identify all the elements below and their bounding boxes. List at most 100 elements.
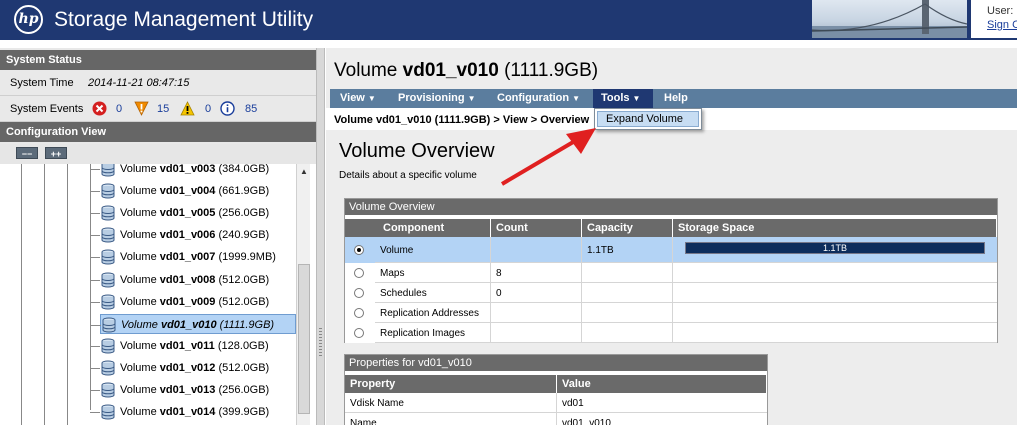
menu-view[interactable]: View ▼ xyxy=(332,89,384,108)
configuration-view-header: Configuration View xyxy=(0,122,316,142)
row-radio[interactable] xyxy=(354,288,364,298)
warning-icon[interactable] xyxy=(180,101,195,116)
tree-item-size: (128.0GB) xyxy=(214,339,269,352)
chevron-down-icon: ▼ xyxy=(572,94,581,103)
tree-item-id: vd01_v006 xyxy=(159,229,216,242)
menu-tools[interactable]: Tools ▼ xyxy=(593,89,653,108)
splitter-grip-icon[interactable] xyxy=(319,328,322,358)
cell-storage-space xyxy=(673,283,997,303)
row-radio[interactable] xyxy=(354,328,364,338)
scroll-up-icon[interactable]: ▲ xyxy=(298,166,310,178)
tree-item-vd01_v011[interactable]: Volume vd01_v011 (128.0GB) xyxy=(90,336,296,356)
tree-item-size: (512.0GB) xyxy=(215,295,270,308)
overview-row[interactable]: Schedules 0 xyxy=(345,283,997,303)
volume-db-icon xyxy=(102,317,116,333)
tree-connector xyxy=(90,169,100,170)
error-icon[interactable] xyxy=(92,101,107,116)
menu-configuration[interactable]: Configuration ▼ xyxy=(489,89,588,108)
tree-item-vd01_v010[interactable]: Volume vd01_v010 (1111.9GB) xyxy=(91,313,296,334)
property-row: Vdisk Name vd01 xyxy=(345,393,767,413)
collapse-all-button[interactable]: −− xyxy=(16,147,38,159)
tree-item-type: Volume xyxy=(120,185,160,198)
pane-splitter[interactable] xyxy=(316,48,325,425)
tree-scrollbar[interactable]: ▲ xyxy=(296,164,310,425)
user-label: User: xyxy=(987,5,1014,17)
warning-count[interactable]: 0 xyxy=(205,103,211,115)
system-events-row: System Events 0 15 0 85 xyxy=(0,96,316,122)
cell-count xyxy=(491,323,582,343)
scroll-thumb[interactable] xyxy=(298,264,310,414)
volume-db-icon xyxy=(101,205,115,221)
tree-line xyxy=(44,164,45,425)
cell-component: Schedules xyxy=(375,283,491,303)
tree-item-id: vd01_v012 xyxy=(159,361,216,374)
menu-configuration-label: Configuration xyxy=(497,92,570,104)
configuration-tree: Volume vd01_v003 (384.0GB) Volume vd01_v0… xyxy=(0,164,316,425)
cell-capacity xyxy=(582,263,673,283)
cell-storage-space xyxy=(673,323,997,343)
volume-overview-panel-title: Volume Overview xyxy=(345,199,997,215)
menu-provisioning[interactable]: Provisioning ▼ xyxy=(390,89,484,108)
tree-item-id: vd01_v008 xyxy=(159,273,216,286)
volume-db-icon xyxy=(101,272,115,287)
error-count[interactable]: 0 xyxy=(116,103,122,115)
overview-row[interactable]: Replication Addresses xyxy=(345,303,997,323)
tree-item-vd01_v004[interactable]: Volume vd01_v004 (661.9GB) xyxy=(90,181,296,201)
tree-item-type: Volume xyxy=(120,229,160,242)
tree-item-id: vd01_v007 xyxy=(159,251,216,264)
info-icon[interactable] xyxy=(220,101,235,116)
tree-line xyxy=(67,164,68,425)
col-storage-space: Storage Space xyxy=(673,219,997,237)
system-events-label: System Events xyxy=(10,103,84,115)
overview-row[interactable]: Maps 8 xyxy=(345,263,997,283)
main-pane: Volume vd01_v010 (1111.9GB) View ▼ Provis… xyxy=(326,48,1017,425)
tree-item-id: vd01_v005 xyxy=(159,207,216,220)
cell-capacity xyxy=(582,323,673,343)
bridge-image-icon xyxy=(812,0,967,38)
tree-item-size: (512.0GB) xyxy=(215,273,270,286)
tree-item-vd01_v006[interactable]: Volume vd01_v006 (240.9GB) xyxy=(90,225,296,245)
menu-view-label: View xyxy=(340,92,365,104)
title-prefix: Volume xyxy=(334,60,403,81)
col-component: Component xyxy=(345,219,491,237)
overview-subtitle: Details about a specific volume xyxy=(339,170,477,181)
sign-out-link[interactable]: Sign O xyxy=(987,19,1017,31)
volume-db-icon xyxy=(101,183,115,199)
chevron-down-icon: ▼ xyxy=(467,94,476,103)
tree-connector xyxy=(90,257,100,259)
menu-help[interactable]: Help xyxy=(656,89,696,108)
tree-item-vd01_v013[interactable]: Volume vd01_v013 (256.0GB) xyxy=(90,380,296,400)
expand-volume-menu-item[interactable]: Expand Volume xyxy=(597,111,699,127)
expand-all-button[interactable]: ++ xyxy=(45,147,67,159)
tree-item-vd01_v009[interactable]: Volume vd01_v009 (512.0GB) xyxy=(90,292,296,312)
critical-icon[interactable] xyxy=(134,101,149,116)
overview-row[interactable]: Volume 1.1TB 1.1TB xyxy=(345,237,997,263)
tree-item-label: Volume vd01_v004 (661.9GB) xyxy=(120,185,269,197)
tree-item-label: Volume vd01_v003 (384.0GB) xyxy=(120,164,269,175)
critical-count[interactable]: 15 xyxy=(157,103,169,115)
tree-item-vd01_v003[interactable]: Volume vd01_v003 (384.0GB) xyxy=(90,164,296,179)
row-radio[interactable] xyxy=(354,245,364,255)
tree-item-id: vd01_v011 xyxy=(159,339,215,352)
tree-item-label: Volume vd01_v011 (128.0GB) xyxy=(120,340,269,352)
annotation-arrow-icon xyxy=(500,128,596,186)
volume-db-icon xyxy=(101,382,115,398)
tree-item-label: Volume vd01_v010 (1111.9GB) xyxy=(121,319,274,331)
tree-item-vd01_v008[interactable]: Volume vd01_v008 (512.0GB) xyxy=(90,270,296,290)
volume-overview-panel: Volume Overview Component Count Capacity… xyxy=(344,198,998,343)
tools-dropdown: Expand Volume xyxy=(594,108,702,130)
tree-item-label: Volume vd01_v014 (399.9GB) xyxy=(120,406,269,418)
tree-item-vd01_v012[interactable]: Volume vd01_v012 (512.0GB) xyxy=(90,358,296,378)
row-radio[interactable] xyxy=(354,268,364,278)
overview-row[interactable]: Replication Images xyxy=(345,323,997,343)
tree-item-vd01_v014[interactable]: Volume vd01_v014 (399.9GB) xyxy=(90,402,296,422)
tree-item-id: vd01_v013 xyxy=(159,384,216,396)
tree-item-vd01_v005[interactable]: Volume vd01_v005 (256.0GB) xyxy=(90,203,296,223)
row-radio[interactable] xyxy=(354,308,364,318)
tree-item-size: (1111.9GB) xyxy=(216,318,275,331)
tree-item-size: (384.0GB) xyxy=(215,164,270,175)
cell-count xyxy=(491,303,582,323)
tree-item-type: Volume xyxy=(120,406,160,419)
tree-item-vd01_v007[interactable]: Volume vd01_v007 (1999.9MB) xyxy=(90,247,296,267)
info-count[interactable]: 85 xyxy=(245,103,257,115)
